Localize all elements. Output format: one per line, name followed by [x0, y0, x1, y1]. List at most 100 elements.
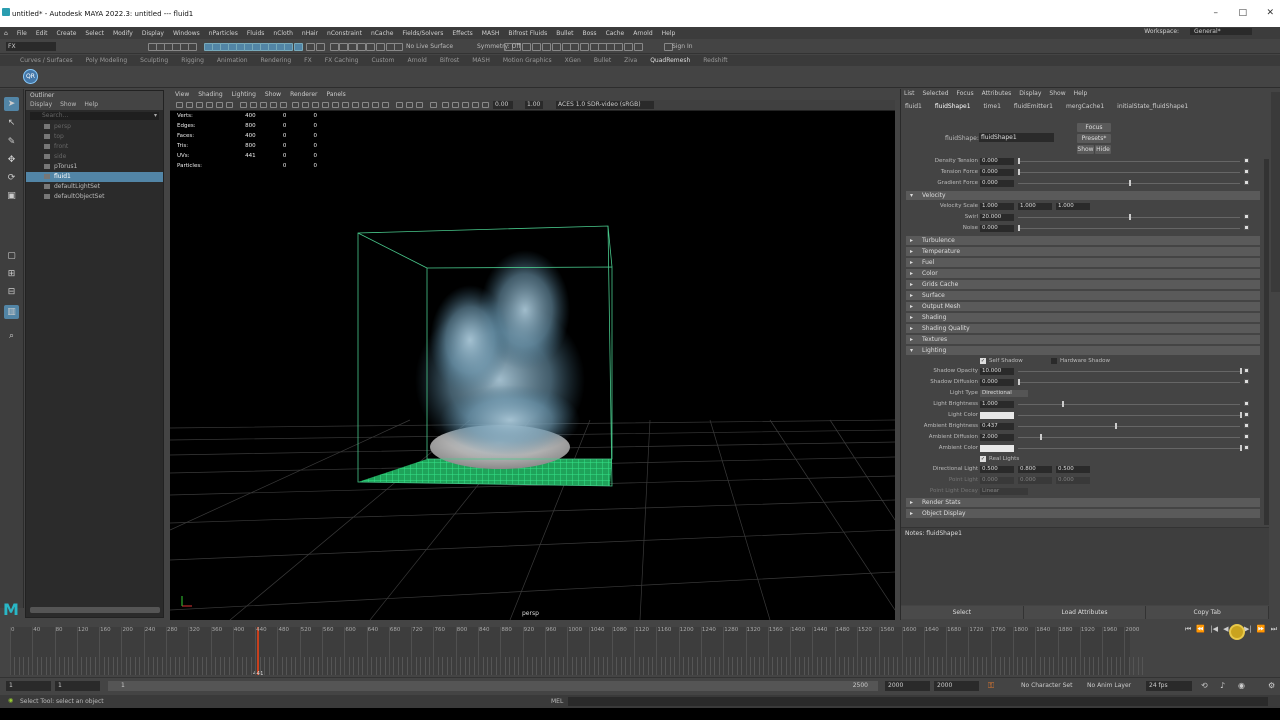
viewport-toolbar-icon[interactable]: [406, 102, 413, 108]
status-tool-icon[interactable]: [522, 43, 531, 51]
playback-control-icon[interactable]: ⏪: [1196, 625, 1205, 637]
slider-handle[interactable]: [1018, 379, 1020, 385]
ae-tab-fluidshape1[interactable]: fluidShape1: [935, 102, 971, 112]
shelf-tab-mash[interactable]: MASH: [472, 57, 490, 64]
scale-tool-icon[interactable]: ▣: [4, 189, 19, 203]
rotate-tool-icon[interactable]: ⟳: [4, 171, 19, 185]
shelf-tab-bullet[interactable]: Bullet: [594, 57, 611, 64]
ae-value-field[interactable]: 0.000: [980, 225, 1014, 232]
status-tool-icon[interactable]: [542, 43, 551, 51]
viewport-menu-show[interactable]: Show: [265, 90, 281, 100]
maximize-button[interactable]: □: [1238, 8, 1247, 18]
status-tool-icon[interactable]: [614, 43, 623, 51]
single-pane-layout-icon[interactable]: ▢: [4, 249, 19, 263]
presets-button[interactable]: Presets*: [1077, 134, 1111, 143]
menu-bifrost-fluids[interactable]: Bifrost Fluids: [508, 30, 547, 37]
status-tool-icon[interactable]: [316, 43, 325, 51]
menu-arnold[interactable]: Arnold: [633, 30, 652, 37]
select-button[interactable]: Select: [901, 606, 1024, 619]
ae-tab-time1[interactable]: time1: [984, 102, 1001, 112]
exposure-field[interactable]: 0.00: [493, 101, 513, 109]
viewport-toolbar-icon[interactable]: [332, 102, 339, 108]
menu-modify[interactable]: Modify: [113, 30, 133, 37]
copy-tab-button[interactable]: Copy Tab: [1146, 606, 1270, 619]
outliner-menu-help[interactable]: Help: [84, 100, 98, 110]
viewport-menu-panels[interactable]: Panels: [326, 90, 345, 100]
section-fuel[interactable]: Fuel: [906, 258, 1260, 267]
timeline-ticks[interactable]: 441 0 40 80 120 160 200 240 280 320 360 400 440 480 5…: [10, 627, 1144, 677]
status-tool-icon[interactable]: [348, 43, 357, 51]
viewport-toolbar-icon[interactable]: [352, 102, 359, 108]
outliner-item[interactable]: defaultObjectSet: [26, 192, 163, 202]
status-tool-icon[interactable]: [570, 43, 579, 51]
ae-tab-fluidemitter1[interactable]: fluidEmitter1: [1014, 102, 1053, 112]
shelf-tab-rendering[interactable]: Rendering: [261, 57, 292, 64]
viewport-toolbar-icon[interactable]: [250, 102, 257, 108]
section-turbulence[interactable]: Turbulence: [906, 236, 1260, 245]
ae-menu-selected[interactable]: Selected: [923, 89, 949, 99]
viewport-toolbar-icon[interactable]: [472, 102, 479, 108]
color-swatch[interactable]: [980, 445, 1014, 452]
ae-value-field[interactable]: 0.000: [980, 379, 1014, 386]
menu-bullet[interactable]: Bullet: [556, 30, 573, 37]
map-button-icon[interactable]: [1244, 368, 1249, 373]
map-button-icon[interactable]: [1244, 445, 1249, 450]
ae-scrollbar[interactable]: [1264, 159, 1269, 525]
ae-menu-list[interactable]: List: [904, 89, 915, 99]
zoom-icon[interactable]: ⌕: [4, 329, 19, 343]
menu-ncache[interactable]: nCache: [371, 30, 393, 37]
shelf-tab-custom[interactable]: Custom: [371, 57, 394, 64]
focus-button[interactable]: Focus: [1077, 123, 1111, 132]
slider-handle[interactable]: [1129, 180, 1131, 186]
viewport-toolbar-icon[interactable]: [206, 102, 213, 108]
slider-handle[interactable]: [1040, 434, 1043, 440]
attribute-slider[interactable]: [1018, 172, 1240, 173]
viewport-toolbar-icon[interactable]: [362, 102, 369, 108]
velocity-scale-field[interactable]: 1.000: [980, 203, 1014, 210]
map-button-icon[interactable]: [1244, 180, 1249, 185]
mel-input[interactable]: [568, 697, 1268, 706]
move-tool-icon[interactable]: ✥: [4, 153, 19, 167]
menu-ncloth[interactable]: nCloth: [273, 30, 293, 37]
mel-label[interactable]: MEL: [551, 698, 563, 705]
load-attributes-button[interactable]: Load Attributes: [1023, 606, 1147, 619]
section-lighting[interactable]: Lighting: [906, 346, 1260, 355]
menu-help[interactable]: Help: [662, 30, 676, 37]
select-tool-icon[interactable]: ➤: [4, 97, 19, 111]
slider-handle[interactable]: [1240, 368, 1242, 374]
viewport-toolbar-icon[interactable]: [442, 102, 449, 108]
status-tool-icon[interactable]: [339, 43, 348, 51]
gamma-field[interactable]: 1.00: [525, 101, 543, 109]
outliner-menu-show[interactable]: Show: [60, 100, 76, 110]
workspace-selector[interactable]: Workspace: General*: [1144, 28, 1252, 35]
outliner-scrollbar[interactable]: [30, 607, 160, 613]
loop-icon[interactable]: ⟲: [1201, 681, 1208, 690]
ae-value-field[interactable]: 0.000: [980, 158, 1014, 165]
ae-value-field[interactable]: 0.000: [980, 169, 1014, 176]
ae-menu-help[interactable]: Help: [1074, 89, 1088, 99]
attribute-slider[interactable]: [1018, 382, 1240, 383]
playback-start-field[interactable]: 1: [55, 681, 100, 691]
map-button-icon[interactable]: [1244, 158, 1249, 163]
shelf-tab-arnold[interactable]: Arnold: [407, 57, 426, 64]
directional-light-field[interactable]: 0.500: [980, 466, 1014, 473]
ae-tab-fluid1[interactable]: fluid1: [905, 102, 922, 112]
shelf-tab-ziva[interactable]: Ziva: [624, 57, 637, 64]
viewport-toolbar-icon[interactable]: [292, 102, 299, 108]
viewport-toolbar-icon[interactable]: [302, 102, 309, 108]
menu-display[interactable]: Display: [142, 30, 164, 37]
section-shading-quality[interactable]: Shading Quality: [906, 324, 1260, 333]
viewport-toolbar-icon[interactable]: [342, 102, 349, 108]
map-button-icon[interactable]: [1244, 225, 1249, 230]
playback-control-icon[interactable]: ⏭: [1271, 625, 1277, 637]
playback-control-icon[interactable]: |◀: [1210, 625, 1218, 637]
slider-handle[interactable]: [1018, 158, 1020, 164]
sign-in-button[interactable]: Sign In: [672, 43, 693, 50]
status-tool-icon[interactable]: [376, 43, 385, 51]
map-button-icon[interactable]: [1244, 214, 1249, 219]
ae-menu-focus[interactable]: Focus: [957, 89, 974, 99]
menu-windows[interactable]: Windows: [173, 30, 200, 37]
section-output-mesh[interactable]: Output Mesh: [906, 302, 1260, 311]
play-forward-button[interactable]: [1229, 624, 1245, 640]
ae-value-field[interactable]: 0.437: [980, 423, 1014, 430]
